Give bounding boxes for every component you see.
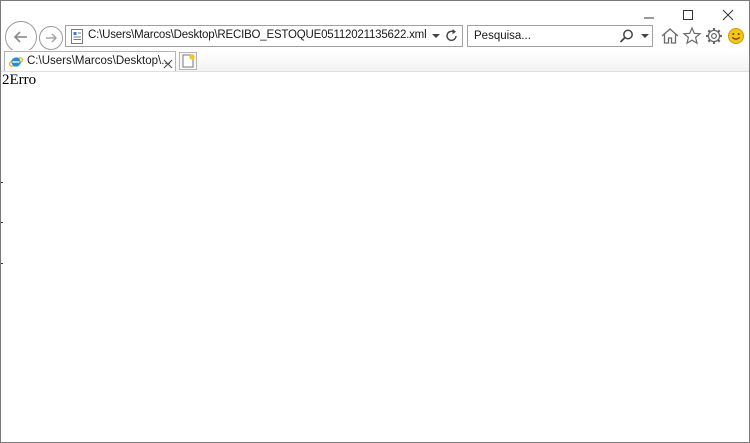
browser-window: C:\Users\Marcos\Desktop\RECIBO_ESTOQUE05… bbox=[0, 0, 750, 443]
home-button[interactable] bbox=[660, 26, 680, 46]
address-dropdown-button[interactable] bbox=[430, 29, 442, 43]
search-dropdown-button[interactable] bbox=[639, 29, 651, 43]
close-icon bbox=[722, 9, 734, 21]
tab-title[interactable]: C:\Users\Marcos\Desktop\... bbox=[27, 55, 171, 67]
maximize-button[interactable] bbox=[666, 1, 710, 29]
edge-mark bbox=[1, 263, 3, 264]
forward-button[interactable] bbox=[39, 26, 63, 50]
xml-page-icon bbox=[71, 29, 83, 44]
favorites-button[interactable] bbox=[682, 26, 702, 46]
refresh-button[interactable] bbox=[445, 28, 459, 44]
tab-close-button[interactable] bbox=[163, 56, 173, 69]
new-tab-button[interactable] bbox=[179, 52, 197, 70]
search-button[interactable] bbox=[618, 28, 636, 44]
star-icon bbox=[682, 26, 702, 45]
forward-arrow-icon bbox=[46, 33, 57, 43]
address-bar[interactable]: C:\Users\Marcos\Desktop\RECIBO_ESTOQUE05… bbox=[65, 25, 463, 47]
gear-icon bbox=[706, 28, 722, 44]
tab-current[interactable]: C:\Users\Marcos\Desktop\... bbox=[4, 51, 176, 71]
tools-button[interactable] bbox=[704, 26, 724, 46]
feedback-button[interactable] bbox=[726, 26, 746, 46]
page-body-text: 2Erro bbox=[2, 72, 37, 88]
home-icon bbox=[661, 28, 679, 44]
edge-mark bbox=[1, 182, 3, 183]
search-input[interactable] bbox=[468, 26, 614, 46]
magnifier-icon bbox=[619, 29, 633, 43]
back-arrow-icon bbox=[13, 31, 27, 43]
new-tab-icon bbox=[182, 54, 195, 68]
smiley-icon bbox=[728, 28, 744, 44]
address-text[interactable]: C:\Users\Marcos\Desktop\RECIBO_ESTOQUE05… bbox=[88, 29, 427, 41]
chevron-down-icon bbox=[641, 34, 649, 38]
refresh-icon bbox=[446, 29, 457, 42]
close-button[interactable] bbox=[706, 1, 749, 29]
edge-mark bbox=[1, 222, 3, 223]
chevron-down-icon bbox=[432, 34, 440, 38]
maximize-icon bbox=[683, 10, 693, 20]
ie-logo-icon bbox=[8, 57, 24, 67]
search-box[interactable] bbox=[467, 25, 653, 47]
close-icon bbox=[163, 59, 173, 69]
page-content: 2Erro bbox=[1, 71, 749, 442]
back-button[interactable] bbox=[5, 21, 37, 53]
tab-strip: C:\Users\Marcos\Desktop\... bbox=[1, 50, 749, 72]
minimize-icon bbox=[644, 17, 654, 19]
